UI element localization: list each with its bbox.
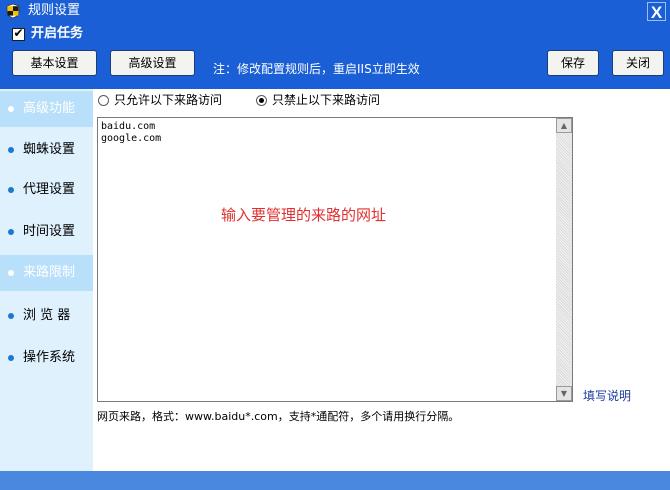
- sidebar: 高级功能 蜘蛛设置 代理设置 时间设置 来路限制 浏 览 器 操作系统: [0, 89, 93, 471]
- referrer-textarea[interactable]: baidu.com google.com 输入要管理的来路的网址 ▲ ▼: [97, 117, 573, 402]
- sidebar-item-browser[interactable]: 浏 览 器: [0, 298, 93, 334]
- save-button[interactable]: 保存: [547, 50, 599, 76]
- sidebar-item-advanced[interactable]: 高级功能: [0, 91, 93, 127]
- allow-radio-label: 只允许以下来路访问: [114, 93, 223, 107]
- sidebar-item-os[interactable]: 操作系统: [0, 340, 93, 376]
- advanced-settings-button[interactable]: 高级设置: [110, 50, 195, 76]
- status-bar: [0, 471, 670, 490]
- sidebar-item-label: 蜘蛛设置: [23, 142, 76, 157]
- radio-selected-dot: [259, 98, 264, 103]
- window-close-button[interactable]: X: [647, 2, 666, 22]
- referrer-list: baidu.com google.com: [101, 121, 161, 145]
- bullet-icon: [8, 313, 14, 319]
- restart-note: 注：修改配置规则后，重启IIS立即生效: [213, 62, 420, 76]
- basic-settings-button[interactable]: 基本设置: [12, 50, 97, 76]
- enable-task-label: 开启任务: [31, 26, 84, 41]
- referrer-panel: 只允许以下来路访问 只禁止以下来路访问 baidu.com google.com…: [93, 89, 670, 471]
- scroll-up-icon[interactable]: ▲: [556, 118, 572, 133]
- enable-task-checkbox[interactable]: ✔: [12, 26, 25, 41]
- app-shield-icon: [6, 3, 20, 19]
- input-hint: 输入要管理的来路的网址: [221, 206, 387, 224]
- sidebar-item-label: 来路限制: [23, 265, 76, 280]
- bullet-icon: [8, 270, 14, 276]
- sidebar-item-label: 时间设置: [23, 224, 76, 239]
- help-link[interactable]: 填写说明: [583, 389, 631, 403]
- sidebar-item-label: 操作系统: [23, 350, 76, 365]
- format-description: 网页来路，格式：www.baidu*.com，支持*通配符，多个请用换行分隔。: [97, 410, 460, 423]
- referrer-line: baidu.com: [101, 121, 156, 132]
- title-bar: 规则设置 X: [0, 0, 670, 23]
- window-title: 规则设置: [28, 3, 81, 18]
- bullet-icon: [8, 106, 14, 112]
- deny-radio-label: 只禁止以下来路访问: [272, 93, 381, 107]
- referrer-line: google.com: [101, 133, 162, 144]
- vertical-scrollbar[interactable]: ▲ ▼: [556, 118, 572, 401]
- close-button[interactable]: 关闭: [612, 50, 664, 76]
- sidebar-item-label: 代理设置: [23, 182, 76, 197]
- bullet-icon: [8, 187, 14, 193]
- bullet-icon: [8, 229, 14, 235]
- sidebar-item-label: 高级功能: [23, 101, 76, 116]
- checkmark-icon: ✔: [13, 26, 24, 40]
- bullet-icon: [8, 355, 14, 361]
- sidebar-item-time[interactable]: 时间设置: [0, 214, 93, 250]
- sidebar-item-label: 浏 览 器: [23, 308, 71, 323]
- sidebar-item-proxy[interactable]: 代理设置: [0, 172, 93, 208]
- scroll-down-icon[interactable]: ▼: [556, 386, 572, 401]
- bullet-icon: [8, 147, 14, 153]
- settings-window: 规则设置 X ✔ 开启任务 基本设置 高级设置 注：修改配置规则后，重启IIS立…: [0, 0, 670, 490]
- deny-radio[interactable]: [256, 95, 267, 106]
- allow-radio[interactable]: [98, 95, 109, 106]
- sidebar-item-spider[interactable]: 蜘蛛设置: [0, 132, 93, 168]
- sidebar-item-referrer-limit[interactable]: 来路限制: [0, 255, 93, 291]
